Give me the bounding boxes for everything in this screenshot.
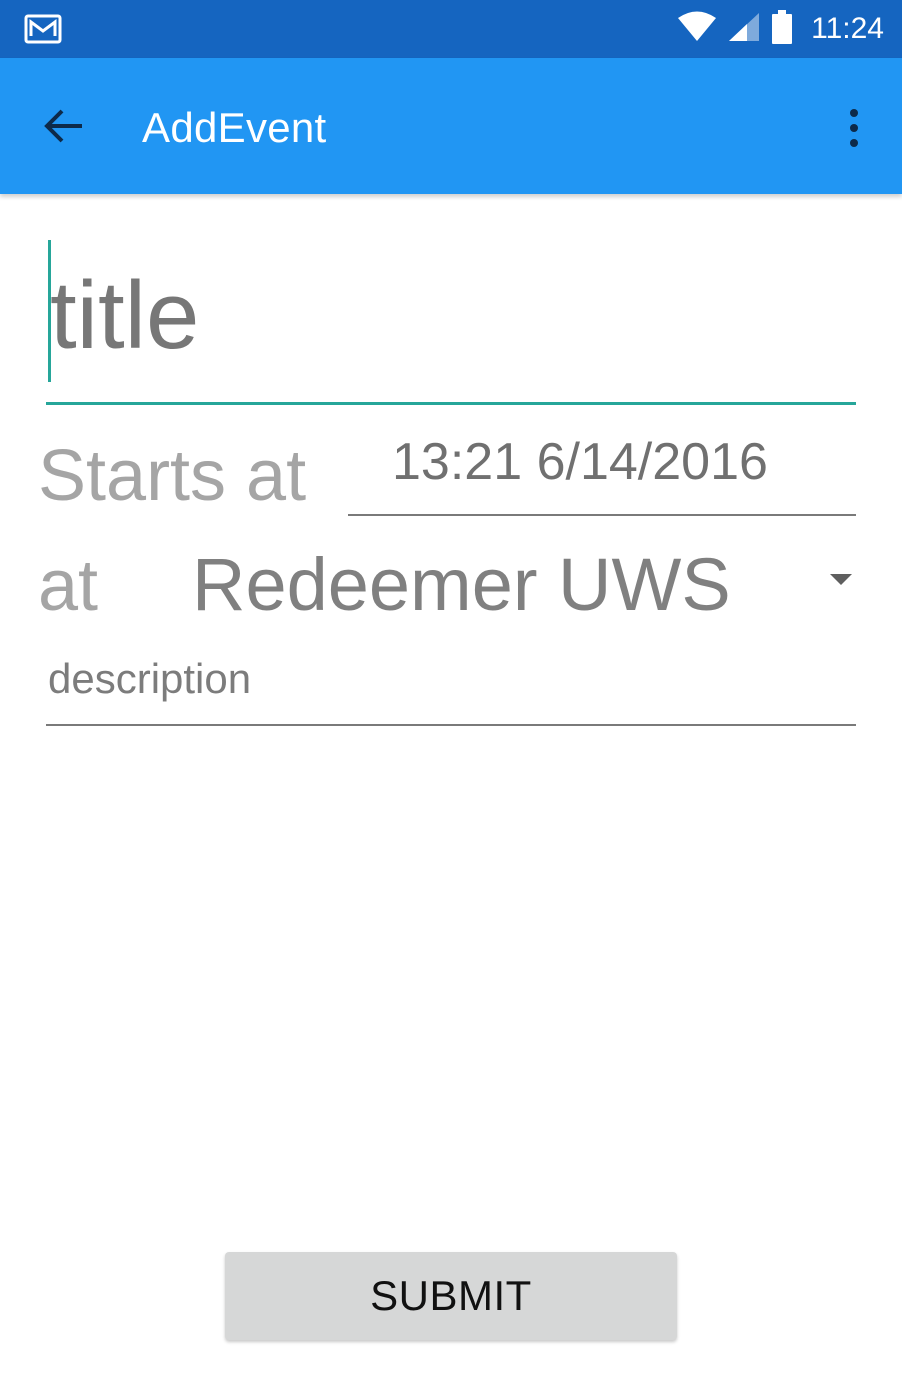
description-placeholder: description [48, 655, 252, 702]
location-selected-value: Redeemer UWS [192, 543, 731, 626]
title-placeholder: title [50, 262, 200, 369]
more-vert-icon [850, 109, 858, 117]
app-bar: AddEvent [0, 58, 902, 194]
submit-label: SUBMIT [370, 1272, 532, 1319]
overflow-menu-button[interactable] [836, 96, 872, 160]
title-input[interactable]: title [46, 238, 856, 405]
starts-at-label: Starts at [38, 436, 307, 516]
wifi-icon [677, 11, 717, 48]
status-icons: 11:24 [677, 0, 884, 58]
status-bar: 11:24 [0, 0, 902, 58]
arrow-back-icon [42, 104, 86, 153]
back-button[interactable] [36, 100, 92, 156]
description-input[interactable]: description [46, 648, 856, 726]
submit-button[interactable]: SUBMIT [225, 1252, 677, 1340]
gmail-icon [24, 14, 62, 44]
add-event-screen: 11:24 AddEvent title Starts at 13:21 6/1… [0, 0, 902, 1388]
dropdown-arrow-icon [830, 574, 852, 585]
cell-signal-icon [727, 11, 761, 48]
start-datetime-value: 13:21 6/14/2016 [392, 433, 768, 491]
start-datetime-field[interactable]: 13:21 6/14/2016 [348, 426, 856, 516]
page-title: AddEvent [142, 104, 327, 151]
status-time: 11:24 [811, 12, 884, 45]
battery-icon [771, 9, 793, 49]
location-spinner[interactable]: Redeemer UWS [180, 536, 860, 636]
location-label: at [38, 546, 99, 626]
